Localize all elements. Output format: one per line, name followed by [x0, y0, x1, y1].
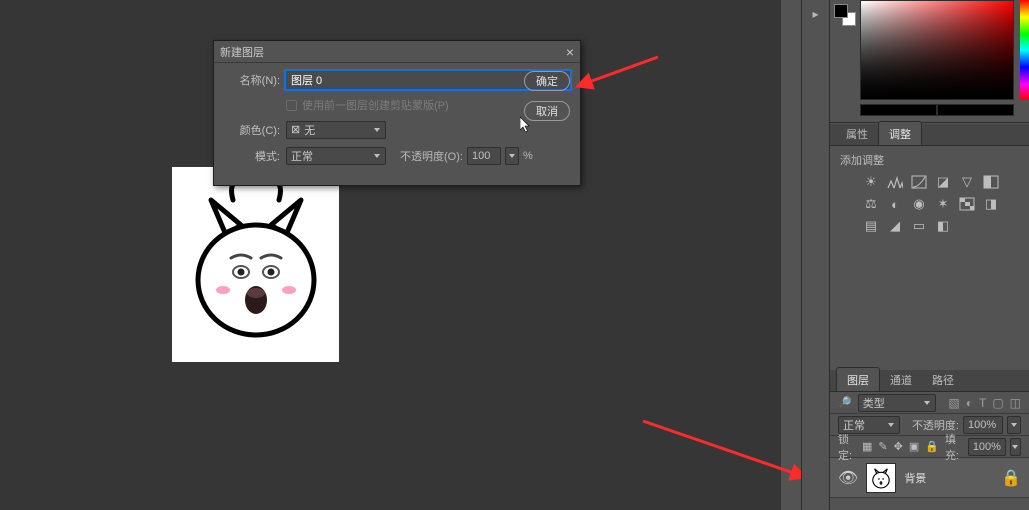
properties-tabbar: 属性 调整 — [830, 124, 1029, 146]
tab-adjustments[interactable]: 调整 — [878, 121, 922, 145]
layer-blend-select[interactable]: 正常 — [838, 416, 900, 434]
dialog-titlebar[interactable]: 新建图层 × — [214, 41, 580, 63]
fill-dropdown[interactable] — [1010, 438, 1021, 456]
add-adjustment-label: 添加调整 — [840, 152, 1019, 168]
lock-all-icon[interactable]: 🔒 — [925, 440, 939, 453]
color-bar-b[interactable] — [937, 104, 1014, 116]
layers-filter-bar: 🔎 类型 ▧ ◐ T ▢ ◫ — [830, 392, 1029, 414]
photo-filter-icon[interactable]: ◉ — [910, 196, 928, 212]
bw-icon[interactable]: ◐ — [886, 196, 904, 212]
no-color-icon: ⊠ — [291, 123, 300, 137]
fill-input[interactable]: 100% — [968, 438, 1006, 456]
new-layer-dialog: 新建图层 × 确定 取消 名称(N): 使用前一图层创建剪贴蒙版(P) 颜色(C… — [213, 40, 581, 186]
gradient-map-icon[interactable]: ▭ — [910, 218, 928, 234]
collapse-icon[interactable]: ▸ — [806, 4, 826, 24]
exposure-icon[interactable]: ◪ — [934, 174, 952, 190]
layers-panel: 图层 通道 路径 🔎 类型 ▧ ◐ T ▢ ◫ 正常 不透明度: — [830, 370, 1029, 510]
blend-mode-select[interactable]: 正常 — [286, 147, 386, 165]
threshold-icon[interactable]: ◢ — [886, 218, 904, 234]
chevron-down-icon — [1012, 445, 1018, 449]
invert-icon[interactable]: ◨ — [982, 196, 1000, 212]
opacity-dropdown[interactable] — [505, 147, 519, 165]
tab-properties[interactable]: 属性 — [836, 122, 878, 145]
adjustment-icon-grid: ☀ ◪ ▽ ⚖ ◐ ◉ ✶ ◨ ▤ ◢ ▭ ◧ — [840, 174, 1019, 234]
opacity-input[interactable]: 100 — [467, 147, 501, 165]
fg-color-swatch[interactable] — [834, 4, 848, 18]
name-label: 名称(N): — [224, 72, 280, 88]
lock-icon[interactable]: 🔒 — [1001, 468, 1021, 488]
cancel-button[interactable]: 取消 — [524, 101, 570, 121]
hue-slider[interactable] — [1020, 0, 1029, 100]
lock-trans-icon[interactable]: ▦ — [862, 440, 872, 453]
color-panel — [830, 0, 1029, 122]
color-select-value: 无 — [304, 122, 315, 138]
opacity-unit: % — [523, 150, 533, 162]
chevron-down-icon — [509, 154, 515, 158]
ok-button[interactable]: 确定 — [524, 71, 570, 91]
tab-paths[interactable]: 路径 — [922, 368, 964, 391]
chevron-down-icon — [1011, 423, 1017, 427]
fill-label: 填充: — [945, 431, 964, 463]
clip-mask-checkbox — [286, 100, 297, 111]
layer-row-background[interactable]: 👁 背景 🔒 — [830, 458, 1029, 498]
posterize-icon[interactable]: ▤ — [862, 218, 880, 234]
layer-thumbnail[interactable] — [866, 463, 896, 493]
panel-collapse-strip: ▸ — [802, 0, 830, 510]
channel-mixer-icon[interactable]: ✶ — [934, 196, 952, 212]
layers-lock-row: 锁定: ▦ ✎ ✥ ▣ 🔒 填充: 100% — [830, 436, 1029, 458]
visibility-eye-icon[interactable]: 👁 — [838, 468, 858, 488]
curves-icon[interactable] — [910, 174, 928, 190]
canvas-document[interactable] — [172, 167, 339, 362]
vibrance-icon[interactable]: ▽ — [958, 174, 976, 190]
mode-label: 模式: — [224, 148, 280, 164]
lock-paint-icon[interactable]: ✎ — [878, 440, 887, 453]
color-label: 颜色(C): — [224, 122, 280, 138]
filter-shape-icon[interactable]: ▢ — [992, 396, 1003, 410]
lock-nest-icon[interactable]: ▣ — [909, 440, 919, 453]
color-lookup-icon[interactable] — [958, 196, 976, 212]
lock-label: 锁定: — [838, 431, 856, 463]
color-balance-icon[interactable]: ⚖ — [862, 196, 880, 212]
filter-kind-select[interactable]: 类型 — [858, 394, 936, 412]
right-sidebar: ▸ 属性 调整 添加调整 ☀ — [801, 0, 1029, 510]
meme-image — [181, 180, 331, 350]
filter-smart-icon[interactable]: ◫ — [1010, 396, 1021, 410]
mode-select-value: 正常 — [291, 148, 313, 164]
close-icon[interactable]: × — [566, 45, 574, 59]
tab-channels[interactable]: 通道 — [880, 368, 922, 391]
tab-layers[interactable]: 图层 — [836, 367, 880, 391]
clip-mask-label: 使用前一图层创建剪贴蒙版(P) — [302, 97, 449, 113]
levels-icon[interactable] — [886, 174, 904, 190]
filter-pixel-icon[interactable]: ▧ — [948, 396, 959, 410]
selective-color-icon[interactable]: ◧ — [934, 218, 952, 234]
color-bar-a[interactable] — [860, 104, 937, 116]
adjustments-panel: 添加调整 ☀ ◪ ▽ ⚖ ◐ ◉ ✶ ◨ ▤ ◢ ▭ — [830, 146, 1029, 242]
color-field[interactable] — [860, 0, 1014, 100]
filter-type-icon[interactable]: T — [979, 396, 986, 410]
dialog-title: 新建图层 — [220, 44, 264, 60]
fg-bg-swatches[interactable] — [834, 4, 856, 26]
lock-pos-icon[interactable]: ✥ — [894, 440, 903, 453]
opacity-label: 不透明度(O): — [400, 148, 463, 164]
color-select[interactable]: ⊠ 无 — [286, 121, 386, 139]
brightness-icon[interactable]: ☀ — [862, 174, 880, 190]
hue-icon[interactable] — [982, 174, 1000, 190]
filter-adjust-icon[interactable]: ◐ — [966, 396, 973, 410]
layer-name-label: 背景 — [904, 470, 926, 486]
layers-tabbar: 图层 通道 路径 — [830, 370, 1029, 392]
